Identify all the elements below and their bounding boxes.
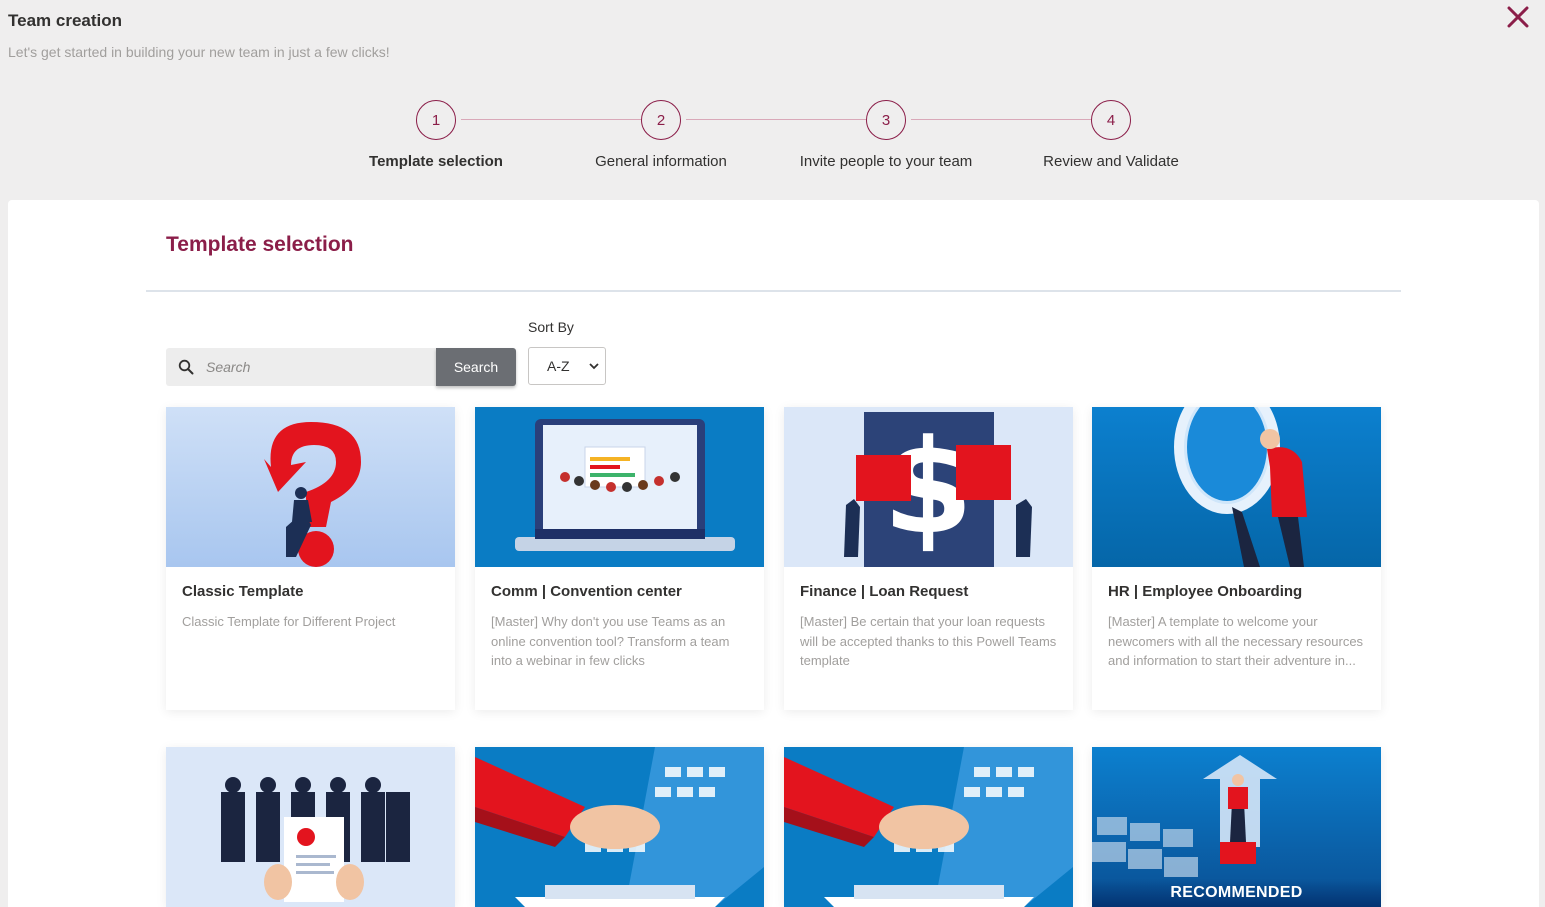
template-card[interactable]: [784, 747, 1073, 907]
close-icon: [1507, 6, 1529, 28]
step-label: General information: [595, 153, 727, 170]
template-title: HR | Employee Onboarding: [1108, 583, 1303, 600]
step-label: Invite people to your team: [799, 153, 973, 170]
search-input[interactable]: [206, 359, 426, 375]
step-review-validate[interactable]: 4 Review and Validate: [991, 100, 1231, 170]
dollar-puzzle-illustration: $: [784, 407, 1073, 567]
candidates-resume-illustration: [166, 747, 455, 907]
template-card-classic[interactable]: Classic Template Classic Template for Di…: [166, 407, 455, 710]
template-title: Finance | Loan Request: [800, 583, 969, 600]
template-card-comm-convention[interactable]: Comm | Convention center [Master] Why do…: [475, 407, 764, 710]
panel-title: Template selection: [166, 233, 354, 256]
magnifying-glass-illustration: [1092, 407, 1381, 567]
template-card[interactable]: [166, 747, 455, 907]
step-number: 1: [416, 100, 456, 140]
step-general-information[interactable]: 2 General information: [541, 100, 781, 170]
template-selection-panel: Template selection Sort By A-Z Search Se…: [8, 200, 1539, 907]
digital-handshake-illustration: [784, 747, 1073, 907]
search-button[interactable]: Search: [436, 348, 516, 386]
chevron-down-icon: [589, 363, 599, 370]
template-card-recommended[interactable]: RECOMMENDED: [1092, 747, 1381, 907]
sort-selected-value: A-Z: [547, 358, 570, 374]
question-mark-illustration: [166, 407, 455, 567]
stepper: 1 Template selection 2 General informati…: [0, 100, 1545, 180]
template-description: Classic Template for Different Project: [182, 614, 396, 629]
laptop-webinar-illustration: [475, 407, 764, 567]
template-description: [Master] Be certain that your loan reque…: [800, 614, 1057, 668]
step-label: Template selection: [369, 153, 503, 170]
step-label: Review and Validate: [1043, 153, 1179, 170]
divider: [146, 290, 1401, 292]
dialog-subtitle: Let's get started in building your new t…: [8, 44, 390, 60]
step-number: 2: [641, 100, 681, 140]
dialog-title: Team creation: [8, 11, 123, 30]
digital-handshake-illustration: [475, 747, 764, 907]
template-card-hr-onboarding[interactable]: HR | Employee Onboarding [Master] A temp…: [1092, 407, 1381, 710]
search-box: [166, 348, 436, 386]
step-number: 3: [866, 100, 906, 140]
step-number: 4: [1091, 100, 1131, 140]
sort-label: Sort By: [528, 319, 574, 335]
header: Team creation Let's get started in build…: [0, 0, 1545, 200]
close-button[interactable]: [1505, 4, 1531, 30]
template-card-finance-loan[interactable]: $ Finance | Loan Request [Master] Be cer…: [784, 407, 1073, 710]
template-description: [Master] A template to welcome your newc…: [1108, 614, 1364, 668]
step-invite-people[interactable]: 3 Invite people to your team: [766, 100, 1006, 170]
template-card[interactable]: [475, 747, 764, 907]
step-template-selection[interactable]: 1 Template selection: [316, 100, 556, 170]
search-icon: [178, 359, 194, 375]
template-title: Comm | Convention center: [491, 583, 682, 600]
sort-select[interactable]: A-Z: [528, 347, 606, 385]
template-description: [Master] Why don't you use Teams as an o…: [491, 614, 730, 668]
recommended-badge: RECOMMENDED: [1092, 879, 1381, 907]
template-title: Classic Template: [182, 583, 304, 600]
arrow-growth-illustration: RECOMMENDED: [1092, 747, 1381, 907]
